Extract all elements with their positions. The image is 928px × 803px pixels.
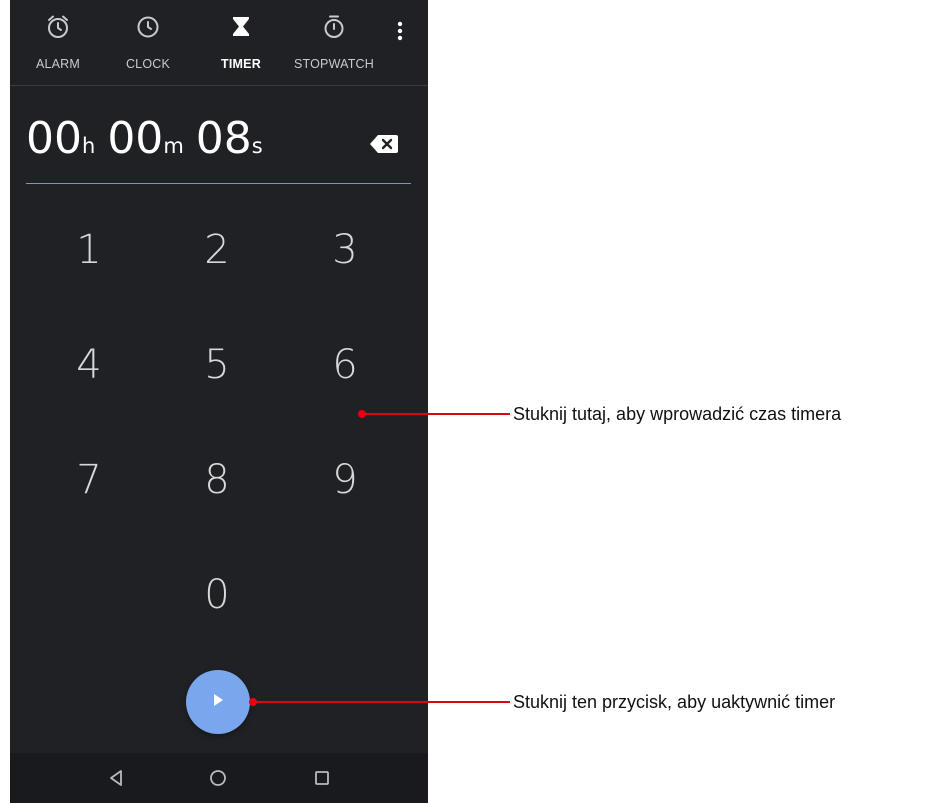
tab-clock[interactable]: CLOCK — [98, 0, 198, 85]
tab-clock-label: CLOCK — [125, 57, 171, 71]
tab-timer[interactable]: TIMER — [191, 0, 291, 85]
keypad-key-9[interactable]: 9 — [300, 440, 390, 520]
timer-value: 00h 00m 08s — [26, 113, 263, 164]
minutes-value: 00 — [107, 113, 164, 164]
tab-timer-label: TIMER — [221, 57, 261, 71]
keypad-key-2[interactable]: 2 — [172, 210, 262, 290]
seconds-value: 08 — [195, 113, 252, 164]
keypad-key-4[interactable]: 4 — [44, 325, 134, 405]
keypad-key-6[interactable]: 6 — [300, 325, 390, 405]
system-navigation-bar — [10, 753, 428, 803]
keypad-callout-line — [362, 413, 510, 415]
minutes-unit: m — [163, 134, 184, 158]
tab-stopwatch[interactable]: STOPWATCH — [284, 0, 384, 85]
tab-stopwatch-label: STOPWATCH — [293, 57, 375, 71]
keypad-key-7[interactable]: 7 — [44, 440, 134, 520]
backspace-icon[interactable] — [369, 133, 399, 155]
seconds-unit: s — [251, 134, 263, 158]
keypad-callout-text: Stuknij tutaj, aby wprowadzić czas timer… — [513, 404, 842, 424]
play-icon — [210, 692, 226, 713]
tab-alarm[interactable]: ALARM — [10, 0, 108, 85]
start-callout-text: Stuknij ten przycisk, aby uaktywnić time… — [513, 692, 836, 712]
keypad-key-0[interactable]: 0 — [172, 555, 262, 635]
tab-bar: ALARM CLOCK TIMER STOPWATCH — [10, 0, 428, 86]
hours-unit: h — [82, 134, 96, 158]
stopwatch-icon — [321, 14, 347, 42]
tab-alarm-label: ALARM — [35, 57, 81, 71]
keypad-key-8[interactable]: 8 — [172, 440, 262, 520]
timer-display: 00h 00m 08s — [26, 103, 411, 184]
clock-icon — [135, 14, 161, 42]
start-timer-button[interactable] — [186, 670, 250, 734]
home-circle-icon[interactable] — [205, 765, 231, 791]
back-triangle-icon[interactable] — [103, 765, 129, 791]
keypad-key-5[interactable]: 5 — [172, 325, 262, 405]
keypad-key-1[interactable]: 1 — [44, 210, 134, 290]
recents-square-icon[interactable] — [309, 765, 335, 791]
more-vert-icon[interactable] — [390, 20, 410, 50]
start-callout-line — [253, 701, 510, 703]
keypad-key-3[interactable]: 3 — [300, 210, 390, 290]
alarm-clock-icon — [45, 14, 71, 42]
hours-value: 00 — [26, 113, 82, 164]
timer-app-screen: ALARM CLOCK TIMER STOPWATCH 00h 00m 08s … — [10, 0, 428, 803]
hourglass-icon — [228, 14, 254, 42]
